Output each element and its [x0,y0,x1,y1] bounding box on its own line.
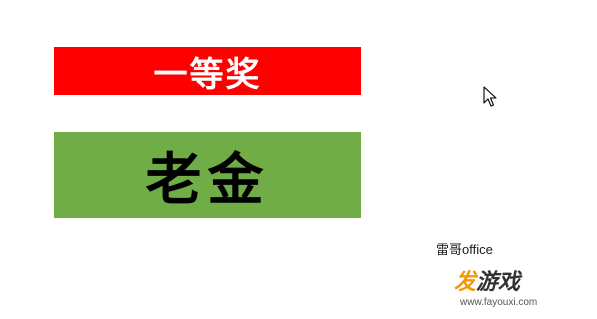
mouse-pointer-icon [483,86,497,107]
name-card: 老金 [54,132,361,218]
award-banner: 一等奖 [54,47,361,95]
site-logo-first-char: 发 [454,270,477,295]
site-logo: 发游戏 [454,270,554,296]
site-watermark: 发游戏 www.fayouxi.com [454,270,554,314]
site-logo-rest: 游戏 [476,270,521,295]
author-watermark: 雷哥office [436,242,493,257]
site-url: www.fayouxi.com [460,297,538,308]
